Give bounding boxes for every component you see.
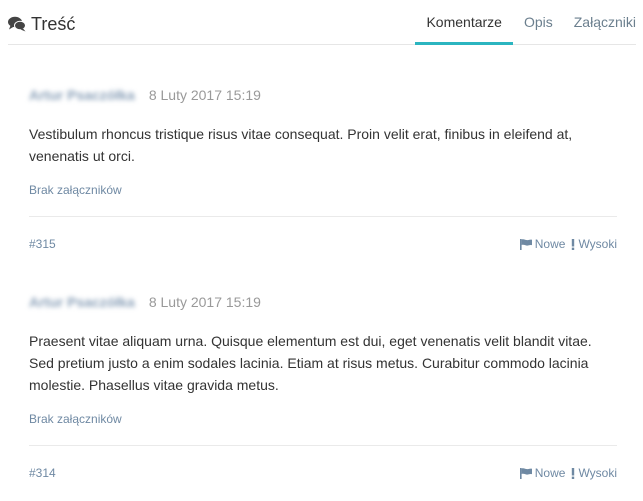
comment-divider [29,445,617,446]
status-badge: Nowe [519,466,566,480]
tab-opis[interactable]: Opis [513,0,564,44]
comment-item: Artur Psaczółka 8 Luty 2017 15:19 Vestib… [29,85,617,255]
comment-text: Vestibulum rhoncus tristique risus vitae… [29,126,573,164]
comment-attachments: Brak załączników [29,412,122,426]
flag-icon [519,238,532,250]
tab-bar: Komentarze Opis Załączniki [415,0,636,45]
panel-title: Treść [8,13,75,35]
priority-badge: Wysoki [571,237,617,251]
status-label: Nowe [534,237,566,251]
status-label: Nowe [534,466,566,480]
priority-label: Wysoki [578,466,617,480]
tab-zalaczniki[interactable]: Załączniki [564,0,636,44]
comment-badges: Nowe Wysoki [514,237,617,251]
tab-komentarze[interactable]: Komentarze [415,0,514,45]
comment-divider [29,216,617,217]
panel-header: Treść Komentarze Opis Załączniki [8,0,636,45]
status-badge: Nowe [519,237,566,251]
ticket-number[interactable]: #315 [29,237,56,251]
priority-label: Wysoki [578,237,617,251]
comment-author[interactable]: Artur Psaczółka [29,294,135,310]
content-panel: Treść Komentarze Opis Załączniki Artur P… [0,0,643,501]
flag-icon [519,467,532,479]
comment-author[interactable]: Artur Psaczółka [29,87,135,103]
comment-footer: #315 Nowe Wysoki [29,235,617,255]
comment-footer: #314 Nowe Wysoki [29,464,617,484]
priority-badge: Wysoki [571,466,617,480]
comment-date: 8 Luty 2017 15:19 [148,87,261,103]
exclamation-icon [572,467,575,479]
panel-title-text: Treść [31,13,76,34]
exclamation-icon [572,238,575,250]
comment-badges: Nowe Wysoki [514,466,617,480]
comment-text: Praesent vitae aliquam urna. Quisque ele… [29,333,592,393]
comment-meta: Artur Psaczółka 8 Luty 2017 15:19 [29,292,617,312]
comments-icon [8,16,26,32]
comment-item: Artur Psaczółka 8 Luty 2017 15:19 Praese… [29,292,617,484]
ticket-number[interactable]: #314 [29,466,56,480]
comment-meta: Artur Psaczółka 8 Luty 2017 15:19 [29,85,617,105]
comment-attachments: Brak załączników [29,183,122,197]
comment-date: 8 Luty 2017 15:19 [148,294,261,310]
